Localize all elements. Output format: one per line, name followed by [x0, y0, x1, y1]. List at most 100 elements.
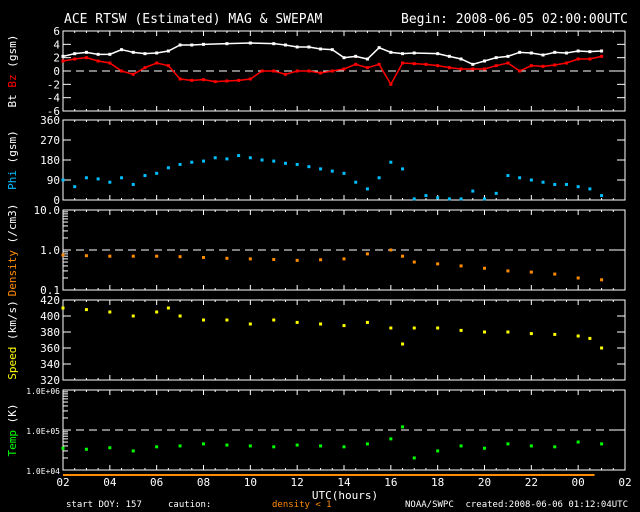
chart-title: ACE RTSW (Estimated) MAG & SWEPAM — [64, 12, 322, 27]
data-point-bt — [155, 51, 159, 55]
begin-time: Begin: 2008-06-05 02:00:00UTC — [401, 12, 628, 27]
data-point-phi — [401, 167, 405, 171]
x-tick-label: 18 — [431, 476, 444, 489]
data-point-temp — [202, 442, 205, 446]
data-point-bz — [483, 67, 486, 71]
y-tick-label: 180 — [40, 154, 60, 167]
data-point-bt — [108, 52, 112, 56]
data-point-bt — [365, 57, 369, 61]
data-point-speed — [295, 320, 299, 324]
data-point-phi — [202, 159, 205, 163]
data-point-bz — [155, 61, 159, 65]
data-point-bz — [225, 79, 229, 83]
data-point-bt — [354, 54, 358, 58]
density-caution: density < 1 — [272, 500, 332, 510]
data-point-temp — [529, 444, 533, 448]
data-point-speed — [600, 346, 604, 350]
y-tick-label: 270 — [40, 134, 60, 147]
x-tick-label: 14 — [337, 476, 351, 489]
data-point-density — [553, 272, 557, 276]
data-point-phi — [237, 154, 241, 158]
data-point-bt — [190, 43, 194, 47]
data-point-bz — [389, 82, 393, 86]
y-tick-label: 400 — [40, 310, 60, 323]
y-label-part: (/cm3) — [6, 204, 19, 250]
data-point-bt — [576, 49, 580, 53]
data-point-bz — [494, 64, 498, 68]
start-doy: start DOY: 157 — [66, 500, 142, 510]
data-point-temp — [365, 442, 369, 446]
data-point-speed — [108, 310, 112, 314]
data-point-density — [202, 255, 205, 259]
data-point-bz — [436, 64, 440, 68]
data-point-density — [61, 253, 65, 257]
y-axis-label: Temp (K) — [6, 404, 19, 457]
data-point-phi — [225, 157, 229, 161]
ace-rtsw-chart: ACE RTSW (Estimated) MAG & SWEPAM Begin:… — [6, 12, 632, 510]
data-point-speed — [483, 330, 486, 334]
data-point-phi — [483, 197, 486, 201]
data-point-speed — [412, 326, 416, 330]
y-tick-label: 360 — [40, 114, 60, 127]
data-point-phi — [190, 160, 194, 164]
data-point-phi — [354, 180, 358, 184]
y-tick-label: 4 — [53, 38, 60, 51]
data-point-bt — [436, 52, 440, 56]
y-label-part: (gsm) — [6, 130, 19, 170]
data-point-temp — [576, 440, 580, 444]
data-point-speed — [155, 310, 159, 314]
data-point-phi — [143, 174, 147, 178]
y-tick-label: 2 — [53, 52, 60, 65]
data-point-bz — [120, 69, 124, 73]
data-point-temp — [61, 446, 65, 450]
data-point-bt — [389, 50, 393, 54]
data-point-bz — [576, 57, 580, 61]
data-point-phi — [283, 161, 287, 165]
data-point-temp — [248, 444, 252, 448]
data-point-density — [342, 257, 346, 261]
data-point-speed — [342, 324, 346, 328]
data-point-bt — [120, 48, 124, 52]
data-point-phi — [260, 158, 264, 162]
data-point-density — [401, 254, 405, 258]
data-point-bt — [295, 45, 299, 49]
x-tick-label: 08 — [197, 476, 210, 489]
y-label-part: Phi — [6, 170, 19, 190]
data-point-bt — [178, 43, 182, 47]
data-point-bt — [319, 47, 323, 51]
y-tick-label: 0 — [53, 65, 60, 78]
data-point-temp — [553, 445, 557, 449]
data-point-temp — [272, 445, 276, 449]
data-point-bt — [529, 51, 533, 55]
data-point-temp — [342, 445, 346, 449]
data-point-phi — [248, 156, 252, 160]
data-point-bz — [190, 78, 194, 82]
data-point-bt — [330, 48, 334, 52]
data-point-phi — [84, 176, 88, 180]
y-tick-label: 90 — [47, 174, 60, 187]
data-point-bt — [588, 50, 592, 54]
data-point-temp — [401, 425, 405, 429]
x-tick-label: 02 — [56, 476, 69, 489]
data-point-phi — [131, 182, 135, 186]
data-point-bz — [553, 63, 557, 67]
data-point-phi — [213, 156, 217, 160]
data-point-speed — [401, 342, 405, 346]
data-point-density — [248, 257, 252, 261]
data-point-bz — [447, 66, 451, 70]
panel-bt-bz: 6420-2-4-6Bt Bz (gsm) — [6, 25, 626, 118]
data-point-bt — [84, 50, 88, 54]
data-point-bz — [307, 69, 311, 73]
data-point-bt — [471, 62, 475, 66]
data-point-bt — [541, 53, 545, 57]
data-point-speed — [84, 308, 88, 312]
y-tick-label: 1.0E+05 — [26, 427, 60, 436]
data-point-bt — [518, 50, 522, 54]
data-point-phi — [307, 165, 311, 169]
data-point-bz — [202, 78, 205, 82]
data-point-phi — [319, 167, 323, 171]
data-point-bt — [506, 54, 510, 58]
data-point-temp — [295, 443, 299, 447]
data-point-bt — [377, 46, 381, 50]
data-point-speed — [248, 322, 252, 326]
